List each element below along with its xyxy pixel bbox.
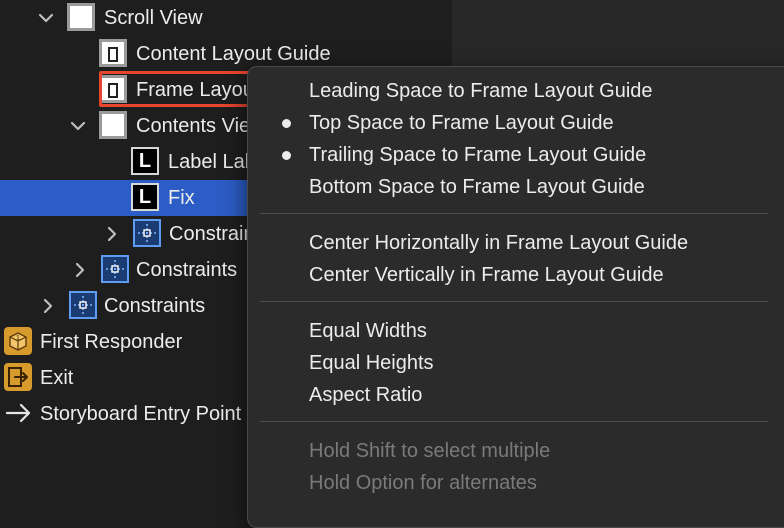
- menu-item-equal-heights[interactable]: Equal Heights: [309, 351, 434, 375]
- arrow-right-icon: [4, 399, 32, 427]
- checkmark-dot-icon: [282, 119, 291, 128]
- outline-row-scroll-view[interactable]: Scroll View: [0, 0, 452, 36]
- label-icon: L: [131, 183, 159, 211]
- view-icon: [67, 3, 95, 31]
- outline-row-label: Scroll View: [104, 7, 203, 29]
- menu-item-center-horizontally[interactable]: Center Horizontally in Frame Layout Guid…: [309, 231, 688, 255]
- menu-separator: [260, 421, 768, 422]
- menu-item-center-vertically[interactable]: Center Vertically in Frame Layout Guide: [309, 263, 664, 287]
- menu-item-top-space[interactable]: Top Space to Frame Layout Guide: [309, 111, 614, 135]
- menu-item-aspect-ratio[interactable]: Aspect Ratio: [309, 383, 422, 407]
- menu-hint-shift: Hold Shift to select multiple: [309, 440, 551, 462]
- menu-item-equal-widths[interactable]: Equal Widths: [309, 319, 427, 343]
- chevron-right-icon[interactable]: [38, 295, 58, 317]
- menu-item-bottom-space[interactable]: Bottom Space to Frame Layout Guide: [309, 175, 645, 199]
- outline-row-label: First Responder: [40, 331, 183, 353]
- constraint-context-menu: Leading Space to Frame Layout Guide Top …: [247, 66, 784, 528]
- menu-item-trailing-space[interactable]: Trailing Space to Frame Layout Guide: [309, 143, 646, 167]
- outline-row-label: Contents View: [136, 115, 265, 137]
- view-icon: [99, 111, 127, 139]
- chevron-down-icon[interactable]: [68, 115, 88, 137]
- layout-guide-icon: [99, 39, 127, 67]
- chevron-right-icon[interactable]: [102, 223, 122, 245]
- svg-text:1: 1: [16, 335, 20, 342]
- outline-row-label: Fix: [168, 187, 195, 209]
- outline-row-label: Constraints: [104, 295, 206, 317]
- first-responder-icon: 1: [4, 327, 32, 355]
- chevron-right-icon[interactable]: [70, 259, 90, 281]
- constraints-icon: [69, 291, 97, 319]
- checkmark-dot-icon: [282, 151, 291, 160]
- outline-row-label: Storyboard Entry Point: [40, 403, 242, 425]
- menu-separator: [260, 213, 768, 214]
- menu-item-leading-space[interactable]: Leading Space to Frame Layout Guide: [309, 79, 653, 103]
- label-icon: L: [131, 147, 159, 175]
- outline-row-label: Constraints: [136, 259, 238, 281]
- menu-separator: [260, 301, 768, 302]
- outline-row-label: Exit: [40, 367, 74, 389]
- chevron-down-icon[interactable]: [36, 7, 56, 29]
- constraints-icon: [133, 219, 161, 247]
- menu-hint-option: Hold Option for alternates: [309, 472, 537, 494]
- outline-row-label: Content Layout Guide: [136, 43, 331, 65]
- constraints-icon: [101, 255, 129, 283]
- exit-icon: [4, 363, 32, 391]
